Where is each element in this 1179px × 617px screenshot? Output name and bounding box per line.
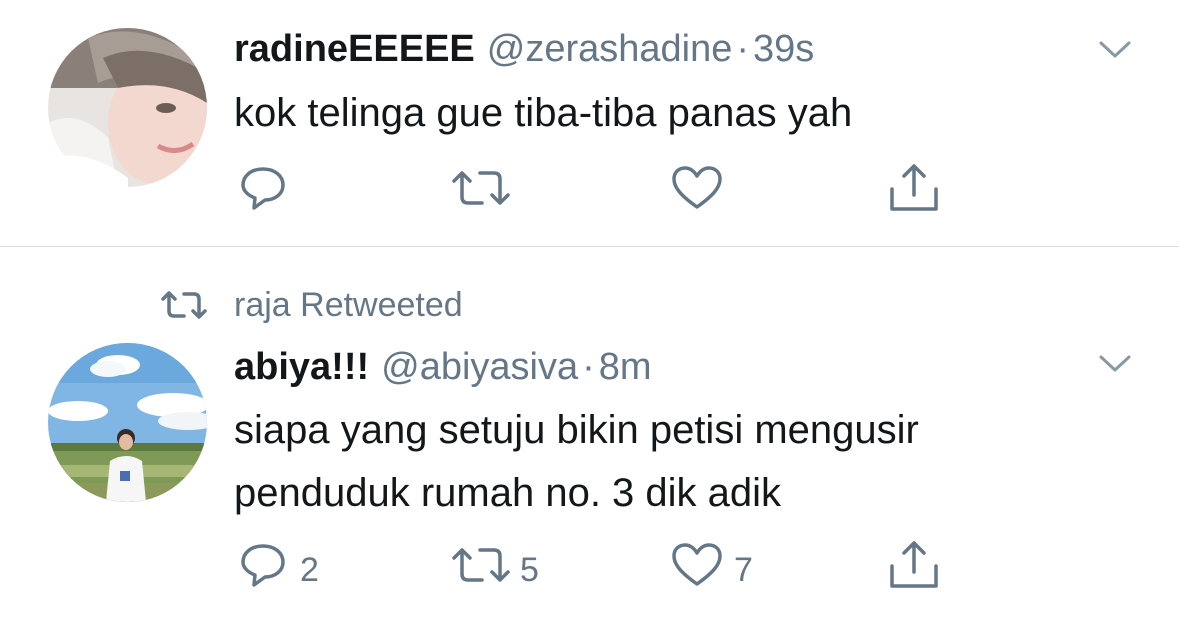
avatar[interactable] bbox=[48, 343, 207, 502]
heart-outline-icon bbox=[672, 166, 722, 209]
user-handle[interactable]: @abiyasiva bbox=[381, 346, 578, 388]
tweet-text-line: kok telinga gue tiba-tiba panas yah bbox=[234, 91, 853, 135]
share-upload-icon bbox=[890, 541, 938, 588]
tweet-actions bbox=[0, 163, 1179, 223]
tweet-text: siapa yang setuju bikin petisi mengusir … bbox=[234, 399, 919, 525]
retweet-arrows-icon bbox=[452, 171, 510, 205]
reply-bubble-icon bbox=[241, 544, 285, 587]
tweet-item[interactable]: raja Retweeted abiya!!! @abiyasiva · 8m sia… bbox=[0, 247, 1179, 617]
share-upload-icon bbox=[890, 164, 938, 211]
reply-bubble-icon bbox=[241, 167, 285, 210]
tweet-header: radineEEEEE @zerashadine · 39s bbox=[234, 26, 814, 72]
retweet-arrows-icon bbox=[161, 291, 207, 319]
timestamp[interactable]: 8m bbox=[599, 346, 652, 388]
display-name[interactable]: abiya!!! bbox=[234, 346, 369, 388]
chevron-down-icon[interactable] bbox=[1095, 34, 1135, 64]
tweet-item[interactable]: radineEEEEE @zerashadine · 39s kok telinga … bbox=[0, 0, 1179, 246]
user-handle[interactable]: @zerashadine bbox=[487, 28, 733, 70]
reply-count: 2 bbox=[300, 551, 319, 589]
timestamp[interactable]: 39s bbox=[753, 28, 814, 70]
tweet-actions: 2 5 7 bbox=[0, 540, 1179, 600]
chevron-down-icon[interactable] bbox=[1095, 348, 1135, 378]
like-count: 7 bbox=[734, 551, 753, 589]
tweet-header: abiya!!! @abiyasiva · 8m bbox=[234, 344, 652, 390]
heart-outline-icon bbox=[672, 543, 722, 586]
separator-dot: · bbox=[582, 346, 595, 388]
tweet-text-line: penduduk rumah no. 3 dik adik bbox=[234, 471, 782, 515]
separator-dot: · bbox=[736, 28, 750, 70]
tweet-text: kok telinga gue tiba-tiba panas yah bbox=[234, 82, 852, 145]
retweet-arrows-icon bbox=[452, 548, 510, 582]
tweet-text-line: siapa yang setuju bikin petisi mengusir bbox=[234, 408, 919, 452]
display-name[interactable]: radineEEEEE bbox=[234, 28, 475, 70]
retweet-context-text: raja Retweeted bbox=[234, 286, 463, 324]
retweet-count: 5 bbox=[520, 551, 539, 589]
